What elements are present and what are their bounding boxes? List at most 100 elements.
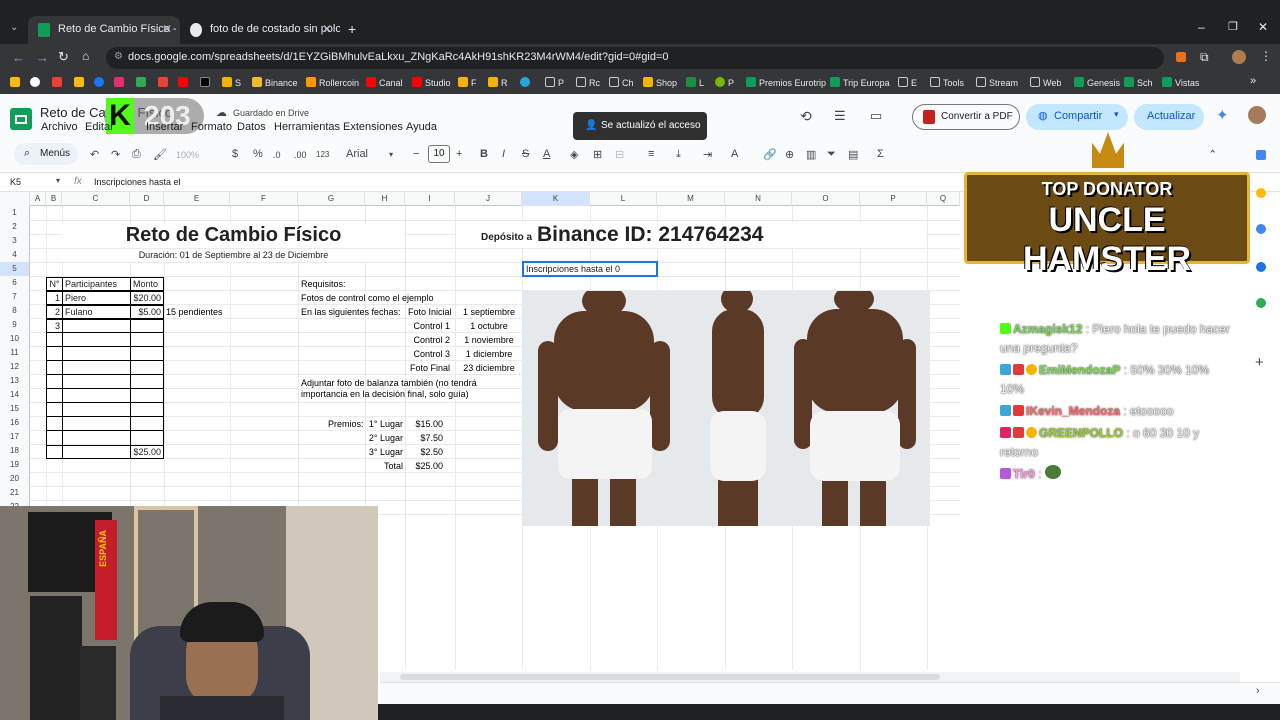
browser-menu-icon[interactable]: ⋮ (1260, 49, 1272, 63)
bookmark-folder[interactable]: Web (1030, 77, 1061, 88)
prize-amount[interactable]: $2.50 (405, 446, 443, 459)
font-select[interactable]: Arial (346, 148, 368, 160)
restore-icon[interactable]: ❐ (1228, 20, 1238, 33)
site-info-icon[interactable]: ⚙ (114, 51, 123, 62)
profile-avatar[interactable] (1232, 50, 1246, 64)
explore-icon[interactable]: › (1256, 685, 1260, 697)
horizontal-scrollbar[interactable] (380, 672, 1240, 682)
bookmark-item[interactable]: Shop (643, 77, 677, 88)
home-icon[interactable]: ⌂ (82, 49, 89, 63)
name-box[interactable]: K5 (10, 177, 21, 187)
prize-amount[interactable]: $15.00 (405, 418, 443, 431)
dates-label[interactable]: En las siguientes fechas: (301, 306, 401, 319)
row-header[interactable]: 12 (0, 360, 30, 374)
bookmark-item[interactable]: Canal (366, 77, 403, 88)
update-button[interactable]: Actualizar (1134, 104, 1204, 130)
row-header[interactable]: 2 (0, 220, 30, 234)
prize-place[interactable]: 1° Lugar (365, 418, 403, 431)
prizes-label[interactable]: Premios: (328, 418, 364, 431)
scale-note[interactable]: importancia en la decisión final, solo g… (301, 388, 469, 401)
row-header[interactable]: 16 (0, 416, 30, 430)
filter-views-icon[interactable]: ▤ (848, 148, 858, 161)
forward-icon[interactable]: → (36, 50, 49, 65)
row-header[interactable]: 15 (0, 402, 30, 416)
bookmark-item[interactable]: Binance (252, 77, 298, 88)
column-header[interactable]: D (130, 192, 164, 206)
extensions-puzzle-icon[interactable]: ⧉ (1200, 50, 1209, 65)
add-addon-icon[interactable]: + (1255, 354, 1264, 371)
align-vertical-icon[interactable]: ⤓ (676, 148, 681, 161)
column-header[interactable]: P (860, 192, 927, 206)
account-avatar[interactable] (1248, 106, 1266, 124)
column-header[interactable]: I (405, 192, 455, 206)
version-history-icon[interactable]: ⟲ (800, 108, 812, 125)
bookmark-folder[interactable]: Tools (930, 77, 964, 88)
schedule-label[interactable]: Foto Final (408, 362, 450, 375)
bookmark-icon[interactable] (74, 77, 87, 88)
table-cell[interactable] (62, 319, 131, 333)
text-color-icon[interactable]: A (543, 148, 550, 160)
menu-herramientas[interactable]: Herramientas (274, 121, 340, 133)
maps-icon[interactable] (1256, 298, 1266, 308)
text-wrap-icon[interactable]: ⇥ (703, 148, 712, 161)
schedule-date[interactable]: 1 octubre (456, 320, 522, 333)
schedule-date[interactable]: 1 septiembre (456, 306, 522, 319)
column-header[interactable]: F (230, 192, 298, 206)
table-cell[interactable] (46, 445, 63, 459)
sheets-logo-icon[interactable] (10, 108, 32, 130)
minimize-icon[interactable]: – (1198, 20, 1205, 34)
zoom-select[interactable]: 100% (176, 150, 199, 160)
menu-formato[interactable]: Formato (191, 121, 232, 133)
convert-pdf-button[interactable]: Convertir a PDF (912, 104, 1020, 130)
menu-archivo[interactable]: Archivo (41, 121, 78, 133)
comments-icon[interactable]: ☰ (834, 108, 846, 124)
meet-icon[interactable]: ▭ (870, 108, 882, 124)
more-bookmarks-icon[interactable]: » (1250, 75, 1256, 87)
undo-icon[interactable]: ↶ (90, 148, 99, 161)
bookmark-folder[interactable]: Rc (576, 77, 600, 88)
table-header[interactable]: Participantes (62, 277, 131, 291)
merge-cells-icon[interactable]: ⊟ (615, 148, 624, 161)
bookmark-item[interactable]: Genesis (1074, 77, 1120, 88)
row-header[interactable]: 14 (0, 388, 30, 402)
bookmark-item[interactable]: F (458, 77, 477, 88)
schedule-date[interactable]: 23 diciembre (456, 362, 522, 375)
table-cell[interactable] (130, 319, 164, 333)
bookmark-item[interactable]: L (686, 77, 704, 88)
reload-icon[interactable]: ↻ (58, 49, 69, 65)
table-cell[interactable]: Fulano (62, 305, 131, 319)
menus-search[interactable]: ⌕ Menús (14, 143, 78, 165)
scrollbar-thumb[interactable] (400, 674, 940, 680)
bookmark-item[interactable]: S (222, 77, 241, 88)
table-header[interactable]: N° (46, 277, 63, 291)
functions-icon[interactable]: Σ (877, 148, 884, 160)
control-photos-text[interactable]: Fotos de control como el ejemplo (301, 292, 434, 305)
name-box-dropdown-icon[interactable]: ▾ (56, 176, 60, 185)
prize-place[interactable]: 3° Lugar (365, 446, 403, 459)
insert-chart-icon[interactable]: ▥ (806, 148, 816, 161)
prize-place[interactable]: Total (365, 460, 403, 473)
italic-icon[interactable]: I (502, 148, 505, 160)
prize-amount[interactable]: $25.00 (405, 460, 443, 473)
strikethrough-icon[interactable]: S (522, 148, 529, 160)
schedule-label[interactable]: Control 1 (408, 320, 450, 333)
row-header[interactable]: 1 (0, 206, 30, 220)
gemini-icon[interactable]: ✦ (1216, 106, 1229, 124)
bookmark-icon[interactable] (10, 77, 23, 88)
row-header[interactable]: 6 (0, 276, 30, 290)
schedule-date[interactable]: 1 noviembre (456, 334, 522, 347)
bookmark-folder[interactable]: Stream (976, 77, 1018, 88)
bookmark-item[interactable]: Studio (412, 77, 451, 88)
table-cell[interactable]: 1 (46, 291, 63, 305)
bookmark-folder[interactable]: P (545, 77, 564, 88)
tab-search-icon[interactable]: ⌄ (10, 22, 18, 33)
row-header[interactable]: 8 (0, 304, 30, 318)
row-header[interactable]: 4 (0, 248, 30, 262)
table-cell[interactable] (62, 445, 131, 459)
facebook-icon[interactable] (94, 77, 107, 88)
decrease-font-icon[interactable]: − (413, 148, 419, 160)
column-header[interactable]: J (455, 192, 522, 206)
row-header[interactable]: 9 (0, 318, 30, 332)
font-size-input[interactable]: 10 (428, 145, 450, 163)
extension-icon[interactable] (1176, 52, 1186, 62)
